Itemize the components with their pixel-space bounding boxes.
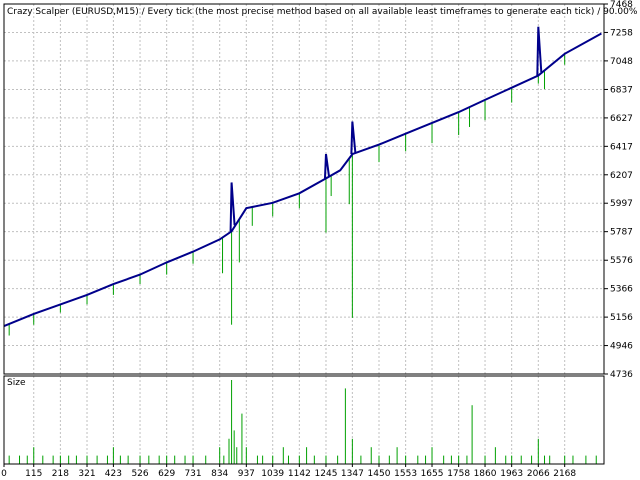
y-tick-label: 7048 — [610, 57, 633, 67]
y-tick-label: 7258 — [610, 28, 633, 38]
y-tick-label: 5366 — [610, 285, 633, 295]
x-tick-label: 1347 — [341, 469, 364, 479]
y-tick-label: 4736 — [610, 370, 633, 380]
x-tick-label: 1039 — [261, 469, 284, 479]
y-tick-label: 5156 — [610, 313, 633, 323]
y-tick-label: 6627 — [610, 114, 633, 124]
x-tick-label: 937 — [238, 469, 255, 479]
x-tick-label: 218 — [52, 469, 69, 479]
y-tick-label: 6207 — [610, 171, 633, 181]
x-tick-label: 834 — [211, 469, 228, 479]
x-tick-label: 1860 — [474, 469, 497, 479]
x-tick-label: 2168 — [553, 469, 576, 479]
size-panel-title: Size — [7, 378, 26, 388]
x-tick-label: 423 — [105, 469, 122, 479]
x-tick-label: 526 — [131, 469, 148, 479]
x-tick-label: 1245 — [315, 469, 338, 479]
x-tick-label: 1553 — [394, 469, 417, 479]
y-tick-label: 6837 — [610, 85, 633, 95]
x-tick-label: 115 — [25, 469, 42, 479]
x-tick-label: 1963 — [500, 469, 523, 479]
x-tick-label: 2066 — [527, 469, 550, 479]
x-tick-label: 1758 — [447, 469, 470, 479]
y-tick-label: 5576 — [610, 256, 633, 266]
x-tick-label: 1142 — [288, 469, 311, 479]
x-tick-label: 0 — [1, 469, 7, 479]
y-tick-label: 6417 — [610, 142, 633, 152]
y-tick-label: 5787 — [610, 228, 633, 238]
x-tick-label: 629 — [158, 469, 175, 479]
y-tick-label: 4946 — [610, 342, 633, 352]
y-tick-label: 5997 — [610, 199, 633, 209]
x-tick-label: 1655 — [421, 469, 444, 479]
x-tick-label: 1450 — [368, 469, 391, 479]
chart-root: 4736 4946 5156 5366 5576 5787 5997 6207 6417 6627… — [0, 0, 640, 480]
x-tick-label: 731 — [184, 469, 201, 479]
x-tick-label: 321 — [78, 469, 95, 479]
chart-title: Crazy Scalper (EURUSD,M15) / Every tick … — [7, 7, 638, 17]
